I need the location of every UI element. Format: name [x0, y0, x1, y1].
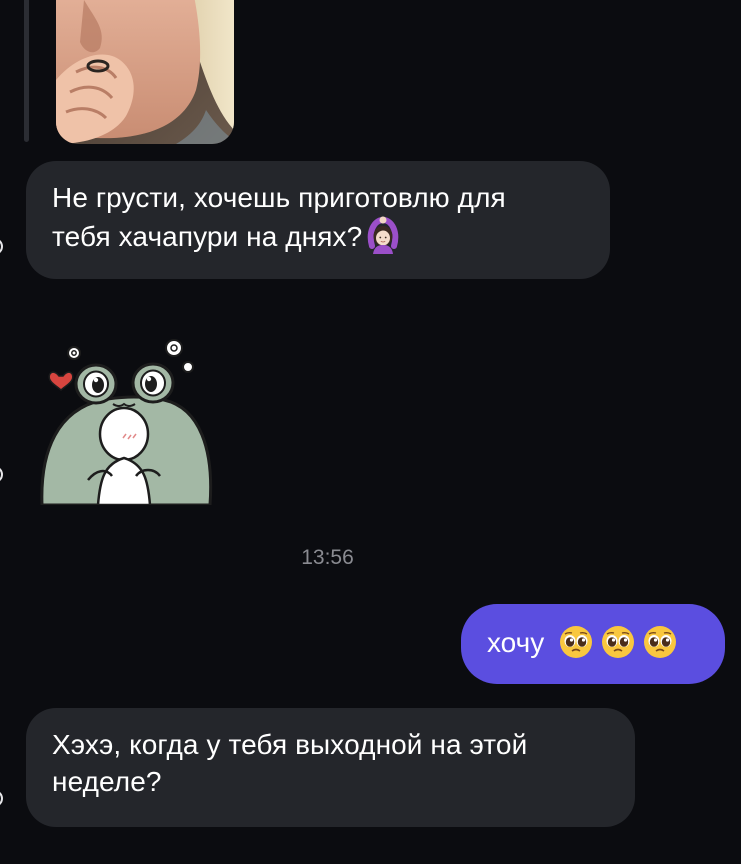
message-text-line: Хэхэ, когда у тебя выходной на этой: [52, 729, 528, 760]
message-text-line: неделе?: [52, 766, 162, 797]
message-timestamp: 13:56: [301, 546, 354, 569]
avatar[interactable]: [0, 466, 3, 483]
avatar[interactable]: [0, 238, 3, 255]
message-text-line: тебя хачапури на днях?: [52, 221, 363, 252]
incoming-message[interactable]: Не грусти, хочешь приготовлю для тебя ха…: [26, 161, 610, 279]
incoming-message[interactable]: Хэхэ, когда у тебя выходной на этой неде…: [26, 708, 635, 827]
pleading-face-emoji: [600, 624, 636, 660]
photo-image: [56, 0, 234, 144]
photo-message[interactable]: [56, 0, 234, 144]
pleading-face-emoji: [558, 624, 594, 660]
pleading-face-emoji: [642, 624, 678, 660]
message-text-line: Не грусти, хочешь приготовлю для: [52, 182, 506, 213]
reply-quote-bar: [24, 0, 29, 142]
message-text: хочу: [487, 627, 545, 658]
frog-sticker-image: [40, 339, 213, 507]
avatar[interactable]: [0, 790, 3, 807]
frog-sticker[interactable]: [40, 330, 230, 507]
outgoing-message[interactable]: хочу: [461, 604, 725, 684]
woman-gesturing-ok-emoji: [364, 216, 402, 254]
